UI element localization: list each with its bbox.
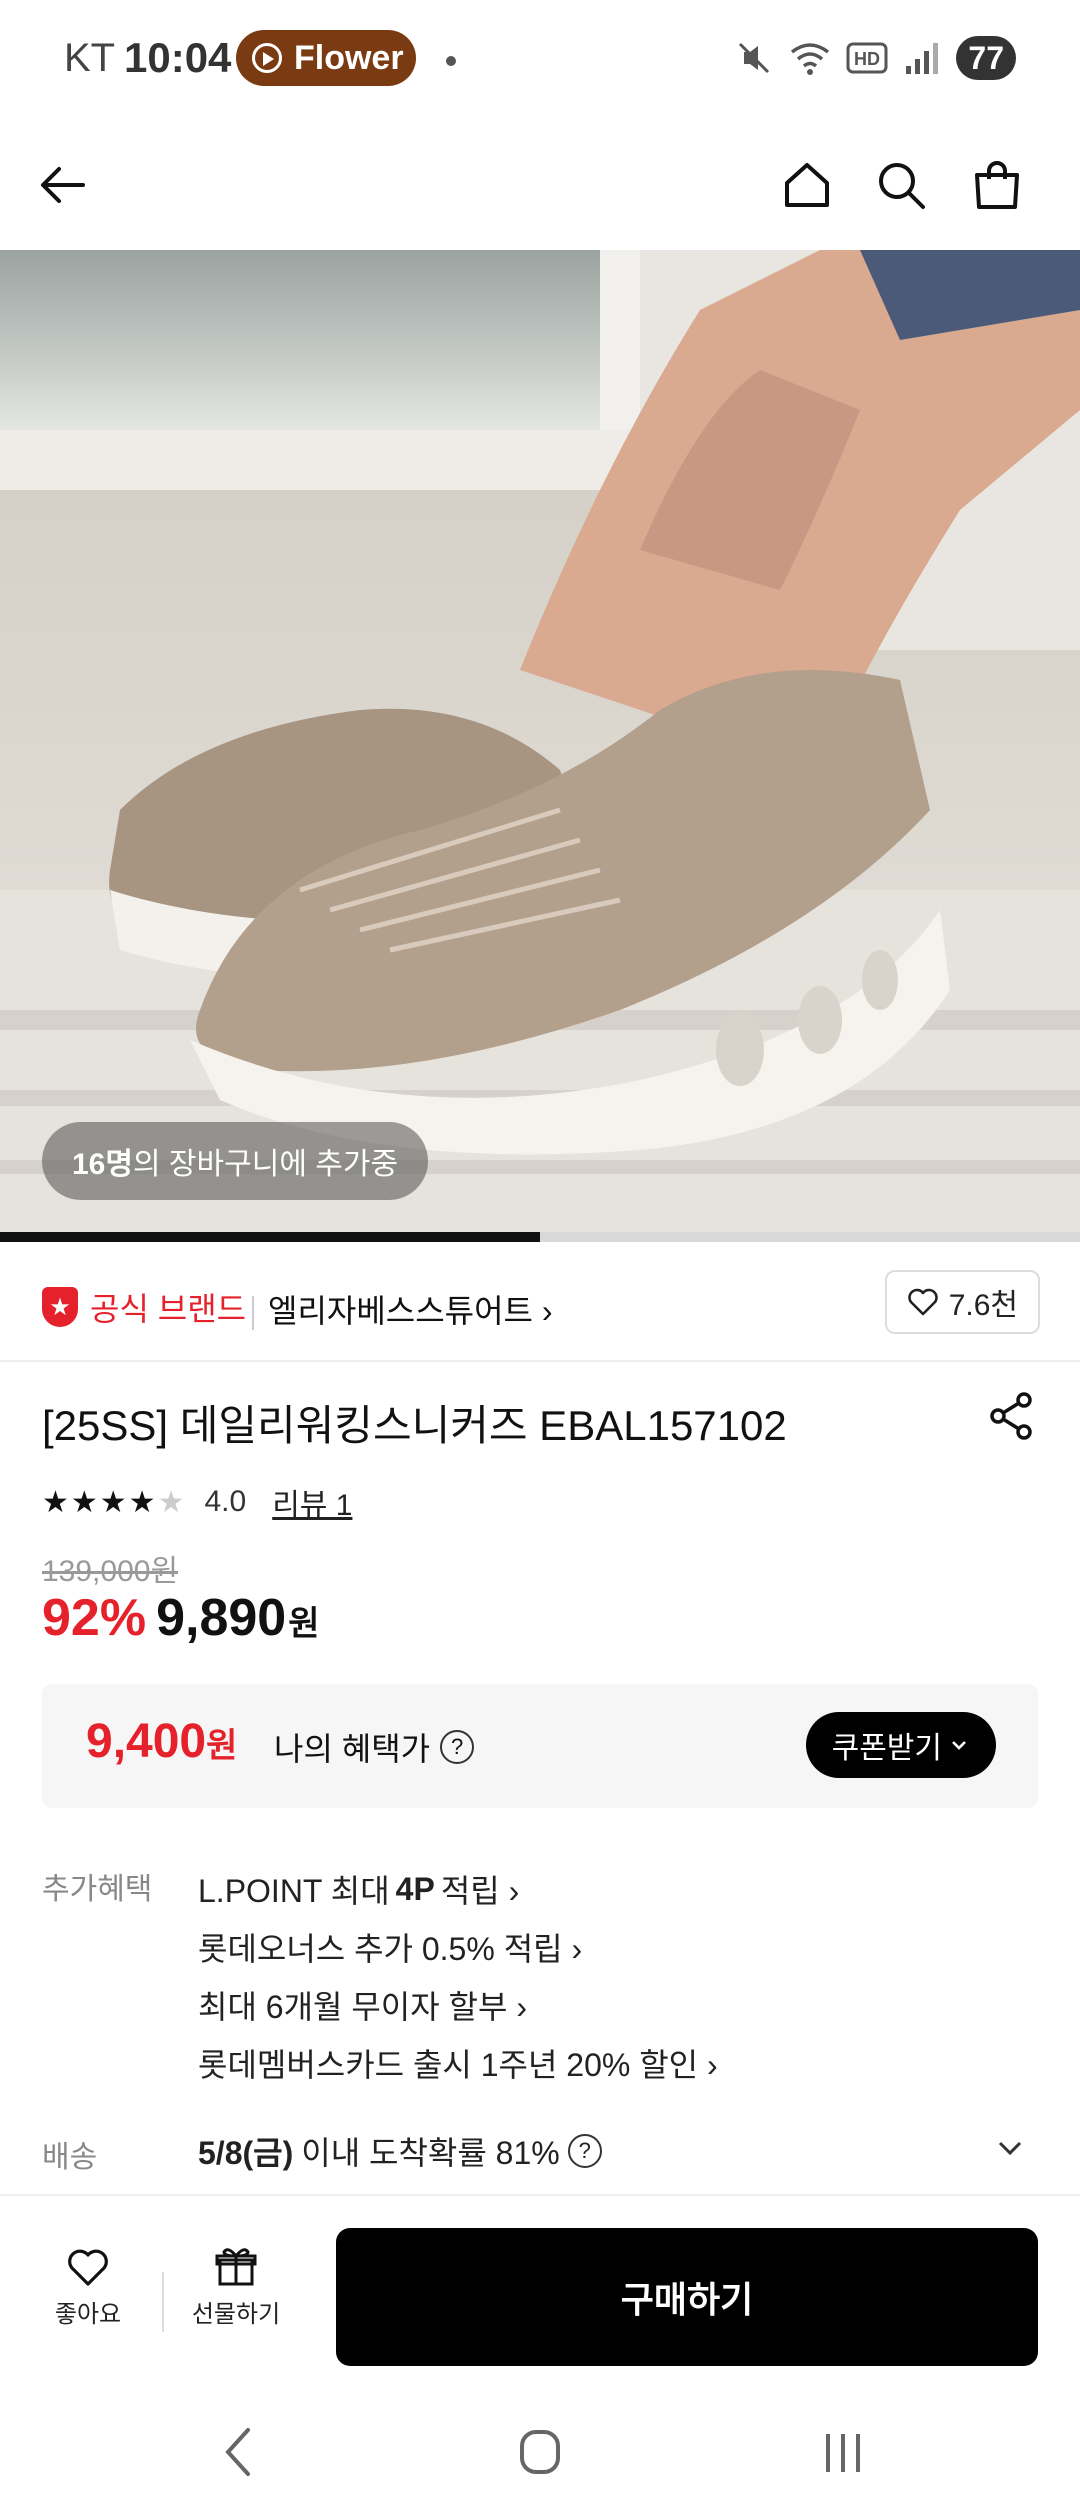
heart-icon: [68, 2249, 108, 2286]
extra-benefits-label: 추가혜택: [42, 1873, 153, 1906]
discount-rate: 92%: [42, 1589, 147, 1647]
star-rating: ★★★★★: [42, 1485, 187, 1519]
benefit-lpoint[interactable]: L.POINT 최대 4P 적립 ›: [198, 1860, 718, 1918]
shipping-text: 이내 도착확률 81%: [301, 2135, 560, 2171]
divider: [252, 1296, 254, 1330]
brand-row: ★ 공식 브랜드 엘리자베스스튜어트 › 7.6천: [0, 1262, 1080, 1362]
gift-button[interactable]: 선물하기: [186, 2246, 286, 2329]
mute-icon: [739, 42, 770, 74]
benefit-label-text: 나의 혜택가: [274, 1731, 431, 1767]
benefit-text: 롯데멤버스카드 출시 1주년 20% 할인 ›: [198, 2047, 718, 2083]
home-button[interactable]: [772, 150, 842, 220]
home-icon: [785, 163, 829, 207]
chevron-right-icon: ›: [541, 1293, 553, 1329]
shipping-info: 5/8(금) 이내 도착확률 81% ?: [198, 2128, 602, 2174]
search-button[interactable]: [866, 150, 936, 220]
shipping-expand-button[interactable]: [992, 2130, 1028, 2166]
play-icon: [252, 43, 282, 73]
benefit-text-suffix: 적립 ›: [440, 1873, 520, 1909]
heart-icon: [907, 1288, 938, 1316]
cart-count-text: 의 장바구니에 추가중: [132, 1148, 399, 1181]
benefit-price: 9,400원: [86, 1714, 237, 1769]
system-recents-icon[interactable]: [818, 2424, 868, 2480]
system-navigation-bar: [0, 2380, 1080, 2520]
divider: [162, 2272, 164, 2332]
gift-icon: [215, 2248, 257, 2286]
svg-text:HD: HD: [854, 49, 880, 69]
hd-icon: HD: [846, 42, 888, 74]
cart-count-badge: 16명 의 장바구니에 추가중: [42, 1122, 429, 1200]
chevron-down-icon: [998, 2141, 1022, 2156]
battery-indicator: 77: [956, 36, 1016, 80]
gift-label: 선물하기: [191, 2301, 281, 2328]
brand-like-button[interactable]: 7.6천: [884, 1270, 1040, 1334]
benefit-price-box: 9,400원 나의 혜택가 ? 쿠폰받기: [42, 1684, 1038, 1808]
benefit-text: 롯데오너스 추가 0.5% 적립 ›: [198, 1931, 583, 1967]
product-image[interactable]: [0, 250, 1080, 1240]
cart-button[interactable]: [962, 150, 1032, 220]
shopping-bag-icon: [975, 161, 1019, 209]
system-home-icon[interactable]: [516, 2424, 564, 2480]
official-brand-label: 공식 브랜드: [90, 1291, 247, 1327]
coupon-button[interactable]: 쿠폰받기: [805, 1712, 996, 1778]
like-label: 좋아요: [54, 2301, 122, 2328]
benefit-currency: 원: [206, 1727, 238, 1765]
share-icon: [990, 1392, 1032, 1440]
star-badge-icon: ★: [42, 1287, 78, 1327]
rating-row: ★★★★★ 4.0 리뷰 1: [42, 1480, 352, 1524]
image-slide-progress: [0, 1232, 1080, 1242]
coupon-button-label: 쿠폰받기: [831, 1732, 942, 1765]
product-title: [25SS] 데일리워킹스니커즈 EBAL157102: [42, 1402, 787, 1449]
like-count: 7.6천: [948, 1289, 1018, 1322]
top-navigation: [0, 120, 1080, 250]
carrier-label: KT: [64, 36, 116, 80]
brand-name: 엘리자베스스튜어트: [268, 1293, 533, 1329]
bottom-action-bar: 좋아요 선물하기 구매하기: [0, 2194, 1080, 2380]
signal-icon: [906, 43, 939, 74]
search-icon: [879, 163, 925, 209]
benefit-installment[interactable]: 최대 6개월 무이자 할부 ›: [198, 1976, 718, 2034]
buy-button[interactable]: 구매하기: [336, 2228, 1038, 2366]
help-icon[interactable]: ?: [567, 2134, 602, 2168]
clock: 10:04: [124, 34, 232, 81]
sale-price: 9,890: [156, 1589, 287, 1647]
review-link[interactable]: 리뷰 1: [272, 1480, 352, 1524]
system-back-icon[interactable]: [216, 2424, 262, 2480]
benefit-card-discount[interactable]: 롯데멤버스카드 출시 1주년 20% 할인 ›: [198, 2034, 718, 2092]
official-brand-badge: ★ 공식 브랜드: [42, 1284, 246, 1330]
price-row: 92% 9,890 원: [42, 1588, 320, 1648]
sneaker-photo: [0, 250, 1080, 1240]
benefit-price-value: 9,400: [86, 1715, 207, 1768]
app-pill-label: Flower: [294, 38, 404, 77]
status-icons: HD 77: [734, 36, 1016, 80]
share-button[interactable]: [986, 1390, 1038, 1442]
benefit-lotte-owners[interactable]: 롯데오너스 추가 0.5% 적립 ›: [198, 1918, 718, 1976]
benefit-text: 최대 6개월 무이자 할부 ›: [198, 1989, 527, 2025]
app-pill[interactable]: Flower: [236, 30, 416, 86]
benefit-bold: 4P: [395, 1870, 435, 1907]
back-arrow-icon: [41, 167, 85, 203]
benefit-text: L.POINT 최대: [198, 1873, 390, 1909]
shipping-label: 배송: [42, 2141, 98, 2174]
like-button[interactable]: 좋아요: [38, 2246, 138, 2329]
original-price: 139,000원: [42, 1555, 179, 1588]
benefit-label[interactable]: 나의 혜택가 ?: [274, 1724, 475, 1770]
extra-benefits-list: L.POINT 최대 4P 적립 › 롯데오너스 추가 0.5% 적립 › 최대…: [198, 1860, 718, 2092]
currency: 원: [288, 1605, 320, 1643]
help-icon[interactable]: ?: [440, 1730, 475, 1764]
status-bar: KT 10:04 Flower HD 77: [0, 0, 1080, 120]
shipping-date: 5/8(금): [198, 2135, 294, 2171]
cart-count: 16명: [72, 1148, 133, 1181]
notification-dot: [446, 56, 456, 66]
rating-score: 4.0: [204, 1485, 247, 1518]
chevron-down-icon: [952, 1741, 966, 1750]
wifi-icon: [791, 43, 830, 75]
progress-fill: [0, 1232, 540, 1242]
brand-link[interactable]: 엘리자베스스튜어트 ›: [268, 1286, 553, 1332]
back-button[interactable]: [28, 150, 98, 220]
